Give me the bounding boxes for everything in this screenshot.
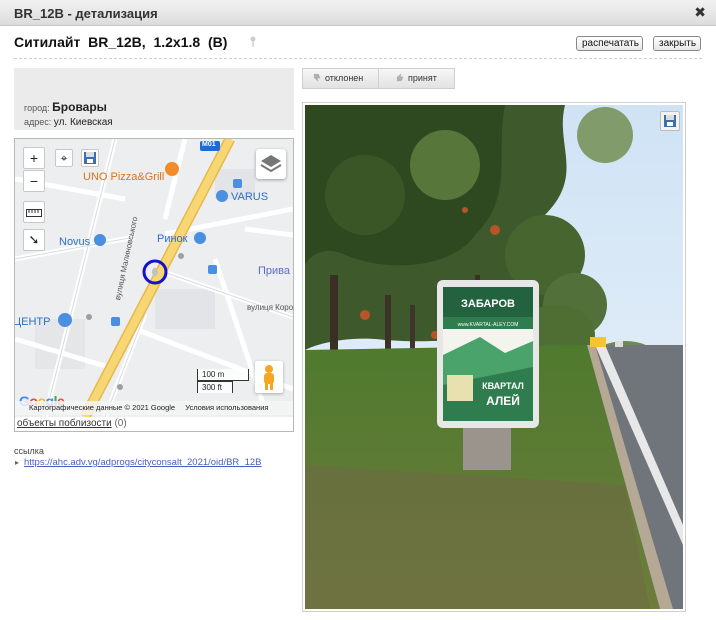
ruler-icon[interactable] bbox=[23, 201, 45, 223]
photo-scene: ЗАБАРОВ www.KVARTAL-ALEY.COM КВАРТАЛ АЛЕ… bbox=[305, 105, 683, 609]
close-button[interactable]: закрыть bbox=[653, 36, 701, 51]
reject-button[interactable]: отклонен bbox=[303, 69, 379, 88]
map-panel: M01 UNO Pizza&Grill VARUS Novus Ринок Пр… bbox=[14, 138, 294, 432]
expand-arrow-icon[interactable]: ➘ bbox=[23, 229, 45, 251]
accept-label: принят bbox=[408, 73, 437, 83]
save-map-icon[interactable] bbox=[81, 149, 99, 167]
close-icon[interactable]: ✖ bbox=[694, 5, 706, 19]
map-label-pryva[interactable]: Прива bbox=[258, 265, 290, 277]
window-titlebar: BR_12B - детализация ✖ bbox=[0, 0, 716, 26]
scale-imperial: 300 ft bbox=[197, 381, 233, 393]
vote-bar: отклонен принят bbox=[302, 68, 455, 89]
thumbs-up-icon bbox=[396, 73, 404, 82]
billboard-brand-line1: КВАРТАЛ bbox=[482, 381, 524, 391]
city-label: город: bbox=[24, 103, 50, 113]
map-label-rynok[interactable]: Ринок bbox=[157, 233, 188, 245]
window-title: BR_12B - детализация bbox=[14, 6, 158, 21]
accept-button[interactable]: принят bbox=[380, 69, 454, 88]
map-label-uno[interactable]: UNO Pizza&Grill bbox=[83, 171, 164, 183]
map-street-kor: вулиця Корольова bbox=[247, 303, 293, 312]
terms-link[interactable]: Условия использования bbox=[185, 403, 268, 412]
photo-frame: ЗАБАРОВ www.KVARTAL-ALEY.COM КВАРТАЛ АЛЕ… bbox=[302, 102, 686, 612]
object-link[interactable]: https://ahc.adv.vg/adprogs/cityconsalt_2… bbox=[24, 457, 261, 468]
nearby-objects-link[interactable]: объекты поблизости bbox=[17, 418, 112, 429]
city-value: Бровары bbox=[52, 100, 107, 114]
save-photo-icon[interactable] bbox=[660, 111, 680, 131]
map[interactable]: M01 UNO Pizza&Grill VARUS Novus Ринок Пр… bbox=[15, 139, 293, 417]
billboard-top-text: ЗАБАРОВ bbox=[461, 298, 515, 310]
page-title: Ситилайт BR_12B, 1.2x1.8 (B) bbox=[14, 34, 228, 50]
map-attribution: Картографические данные © 2021 Google Ус… bbox=[15, 401, 293, 415]
city-row: город: Бровары bbox=[24, 100, 107, 114]
thumbs-down-icon bbox=[313, 73, 321, 82]
link-label: ссылка bbox=[14, 446, 44, 456]
address-value: ул. Киевская bbox=[53, 117, 113, 128]
map-scale: 100 m 300 ft bbox=[197, 369, 249, 393]
zoom-out-button[interactable]: − bbox=[23, 170, 45, 192]
print-button[interactable]: распечатать bbox=[576, 36, 643, 51]
map-label-centr[interactable]: ЦЕНТР bbox=[15, 316, 50, 328]
map-label-varus[interactable]: VARUS bbox=[231, 191, 268, 203]
address-label: адрес: bbox=[24, 117, 52, 127]
pin-icon[interactable] bbox=[249, 36, 257, 48]
map-road-badge: M01 bbox=[202, 141, 216, 148]
billboard-photo[interactable]: ЗАБАРОВ www.KVARTAL-ALEY.COM КВАРТАЛ АЛЕ… bbox=[305, 105, 683, 609]
billboard-brand-line2: АЛЕЙ bbox=[486, 393, 520, 408]
address-row: адрес: ул. Киевская bbox=[24, 117, 113, 128]
header-divider bbox=[14, 58, 702, 59]
bullet-icon: ▸ bbox=[15, 458, 20, 467]
crosshair-icon[interactable]: ⌖ bbox=[55, 149, 73, 167]
nearby-objects: объекты поблизости (0) bbox=[17, 418, 127, 429]
nearby-objects-count: (0) bbox=[114, 418, 127, 429]
billboard-site-text: www.KVARTAL-ALEY.COM bbox=[458, 322, 519, 328]
pegman-icon[interactable] bbox=[255, 361, 283, 393]
layers-icon[interactable] bbox=[256, 149, 286, 179]
scale-metric: 100 m bbox=[197, 369, 249, 381]
attribution-text: Картографические данные © 2021 Google bbox=[29, 403, 176, 412]
map-label-novus[interactable]: Novus bbox=[59, 236, 90, 248]
zoom-in-button[interactable]: + bbox=[23, 147, 45, 169]
location-info: город: Бровары адрес: ул. Киевская bbox=[14, 68, 294, 130]
reject-label: отклонен bbox=[325, 73, 364, 83]
